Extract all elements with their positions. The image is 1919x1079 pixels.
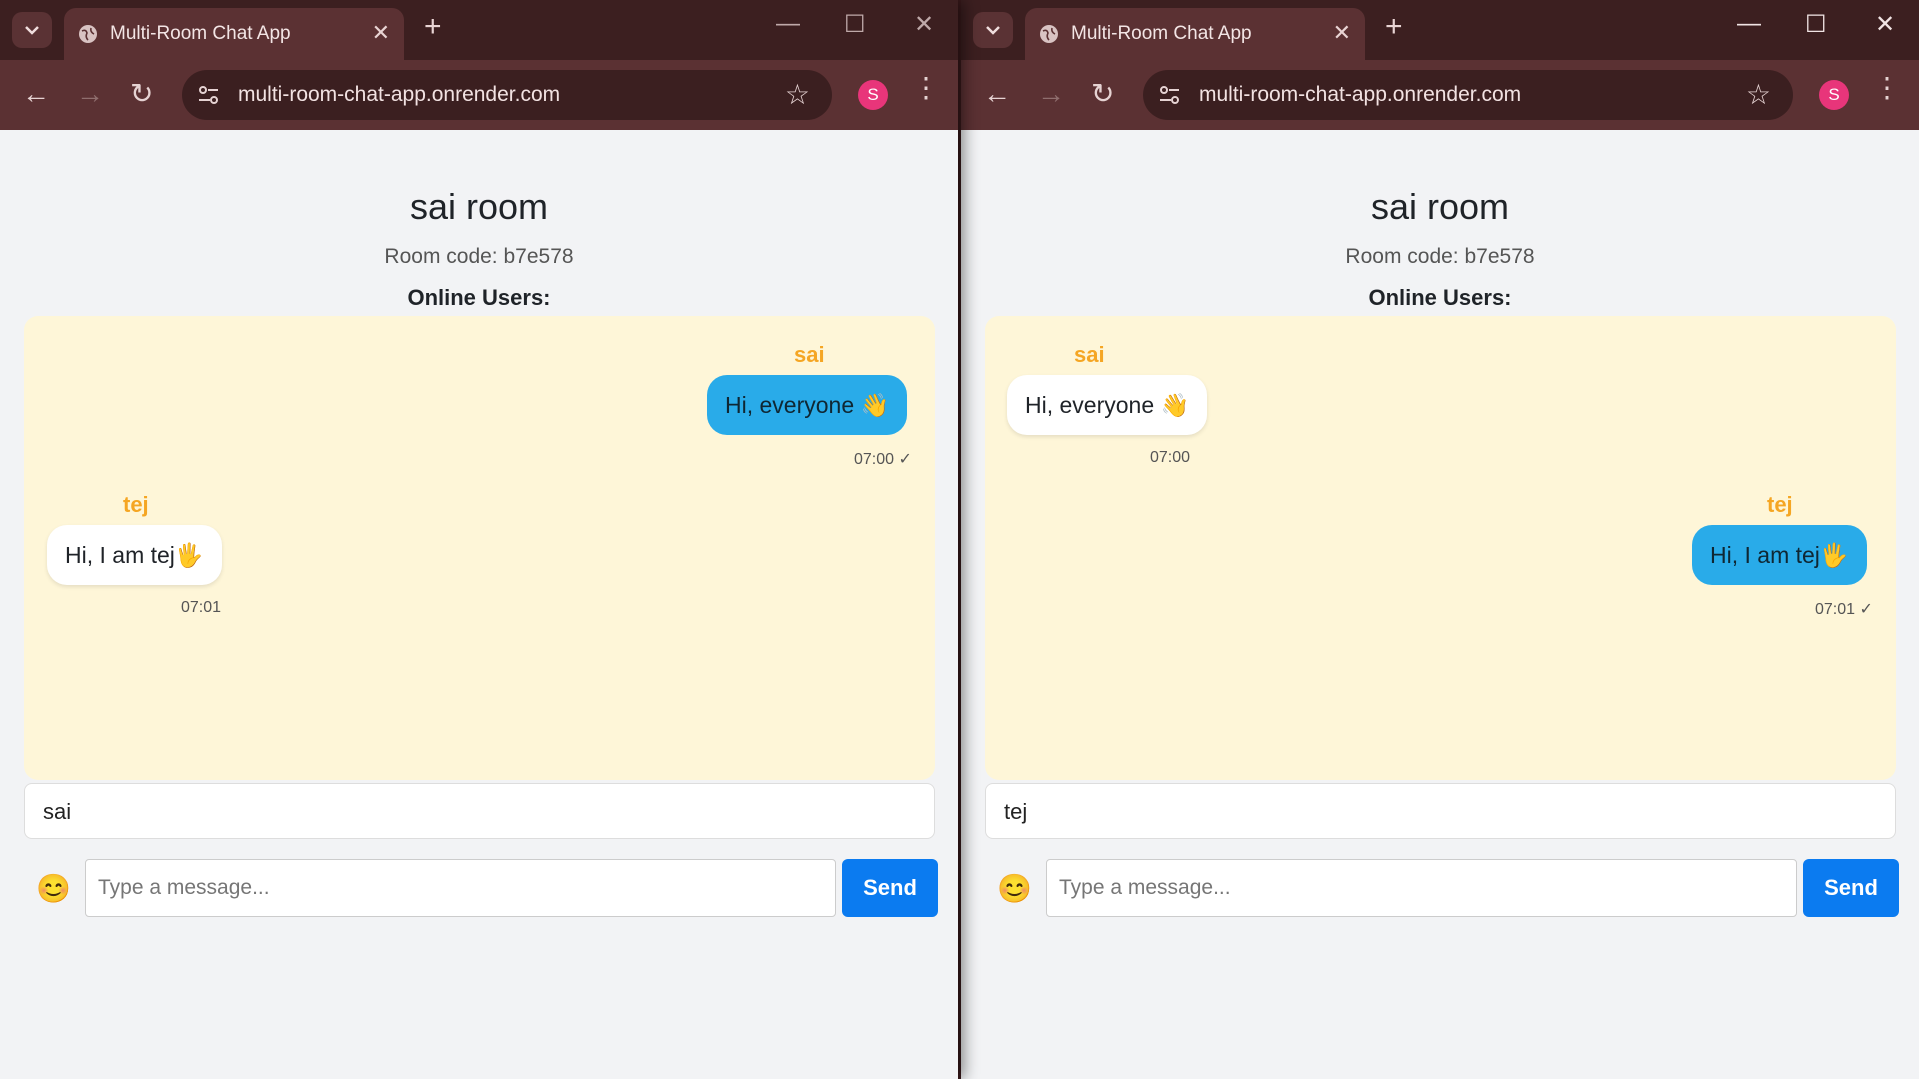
message-sender: sai — [794, 342, 825, 367]
profile-avatar[interactable]: S — [858, 80, 888, 110]
room-code: Room code: b7e578 — [1345, 245, 1535, 268]
forward-arrow-icon[interactable]: → — [1037, 80, 1065, 108]
message-time: 07:01 — [181, 599, 222, 616]
message-input[interactable] — [1046, 859, 1797, 917]
minimize-button[interactable]: — — [776, 10, 800, 38]
message-time: 07:00 — [1150, 449, 1191, 466]
username-field[interactable]: tej — [985, 783, 1896, 839]
maximize-button[interactable]: ☐ — [1805, 10, 1827, 39]
message-sender: sai — [1074, 342, 1105, 367]
back-arrow-icon[interactable]: ← — [22, 80, 50, 108]
bookmark-star-icon[interactable]: ☆ — [785, 78, 810, 111]
bookmark-star-icon[interactable]: ☆ — [1746, 78, 1771, 111]
username-value: tej — [1004, 799, 1028, 824]
chevron-down-icon — [986, 26, 1000, 35]
tab-title: Multi-Room Chat App — [1071, 23, 1252, 44]
emoji-picker-button[interactable]: 😊 — [36, 872, 71, 905]
chevron-down-icon — [25, 26, 39, 35]
page-content: sai room Room code: b7e578 Online Users:… — [0, 130, 958, 1079]
menu-kebab-icon[interactable]: ⋮ — [1873, 74, 1901, 102]
globe-icon — [1040, 25, 1058, 43]
tab-search-button[interactable] — [12, 12, 52, 48]
address-bar[interactable]: multi-room-chat-app.onrender.com ☆ — [182, 70, 832, 120]
browser-toolbar: ← → ↻ multi-room-chat-app.onrender.com ☆… — [961, 60, 1919, 130]
room-title: sai room — [1370, 186, 1510, 227]
message-input[interactable] — [85, 859, 836, 917]
emoji-picker-button[interactable]: 😊 — [997, 872, 1032, 905]
forward-arrow-icon[interactable]: → — [76, 80, 104, 108]
new-tab-button[interactable]: + — [1385, 12, 1403, 42]
send-button[interactable]: Send — [842, 859, 938, 917]
new-tab-button[interactable]: + — [424, 12, 442, 42]
browser-tab[interactable]: Multi-Room Chat App ✕ — [64, 8, 404, 60]
title-bar: Multi-Room Chat App ✕ + — ☐ ✕ — [0, 0, 958, 60]
menu-kebab-icon[interactable]: ⋮ — [912, 74, 940, 102]
message-bubble: Hi, I am tej🖐️ — [1692, 525, 1867, 585]
close-window-button[interactable]: ✕ — [1875, 10, 1895, 39]
title-bar: Multi-Room Chat App ✕ + — ☐ ✕ — [961, 0, 1919, 60]
browser-window-right: Multi-Room Chat App ✕ + — ☐ ✕ ← → ↻ mult… — [961, 0, 1919, 1079]
minimize-button[interactable]: — — [1737, 10, 1761, 38]
chat-messages[interactable]: sai Hi, everyone 👋 07:00 ✓ tej Hi, I am … — [24, 316, 935, 780]
reload-icon[interactable]: ↻ — [1091, 80, 1114, 108]
message-bubble: Hi, everyone 👋 — [1007, 375, 1208, 435]
site-settings-icon — [199, 86, 218, 104]
globe-icon — [79, 25, 97, 43]
username-field[interactable]: sai — [24, 783, 935, 839]
site-settings-icon — [1160, 86, 1179, 104]
tab-title: Multi-Room Chat App — [110, 23, 291, 44]
message-bubble: Hi, everyone 👋 — [707, 375, 908, 435]
message-sender: tej — [123, 492, 149, 517]
page-content: sai room Room code: b7e578 Online Users:… — [961, 130, 1919, 1079]
close-tab-icon[interactable]: ✕ — [372, 20, 390, 46]
send-button[interactable]: Send — [1803, 859, 1899, 917]
online-users-label: Online Users: — [407, 285, 551, 310]
message-time: 07:00 ✓ — [854, 451, 912, 468]
message-sender: tej — [1767, 492, 1793, 517]
url-text: multi-room-chat-app.onrender.com — [238, 83, 561, 106]
close-tab-icon[interactable]: ✕ — [1333, 20, 1351, 46]
username-value: sai — [43, 799, 72, 824]
url-text: multi-room-chat-app.onrender.com — [1199, 83, 1522, 106]
browser-toolbar: ← → ↻ multi-room-chat-app.onrender.com ☆… — [0, 60, 958, 130]
browser-window-left: Multi-Room Chat App ✕ + — ☐ ✕ ← → ↻ mult… — [0, 0, 958, 1079]
room-code: Room code: b7e578 — [384, 245, 574, 268]
tab-search-button[interactable] — [973, 12, 1013, 48]
reload-icon[interactable]: ↻ — [130, 80, 153, 108]
online-users-label: Online Users: — [1368, 285, 1512, 310]
close-window-button[interactable]: ✕ — [914, 10, 934, 39]
message-bubble: Hi, I am tej🖐️ — [47, 525, 222, 585]
room-title: sai room — [409, 186, 549, 227]
maximize-button[interactable]: ☐ — [844, 10, 866, 39]
profile-avatar[interactable]: S — [1819, 80, 1849, 110]
address-bar[interactable]: multi-room-chat-app.onrender.com ☆ — [1143, 70, 1793, 120]
browser-tab[interactable]: Multi-Room Chat App ✕ — [1025, 8, 1365, 60]
message-time: 07:01 ✓ — [1815, 601, 1873, 618]
chat-messages[interactable]: sai Hi, everyone 👋 07:00 tej Hi, I am te… — [985, 316, 1896, 780]
back-arrow-icon[interactable]: ← — [983, 80, 1011, 108]
